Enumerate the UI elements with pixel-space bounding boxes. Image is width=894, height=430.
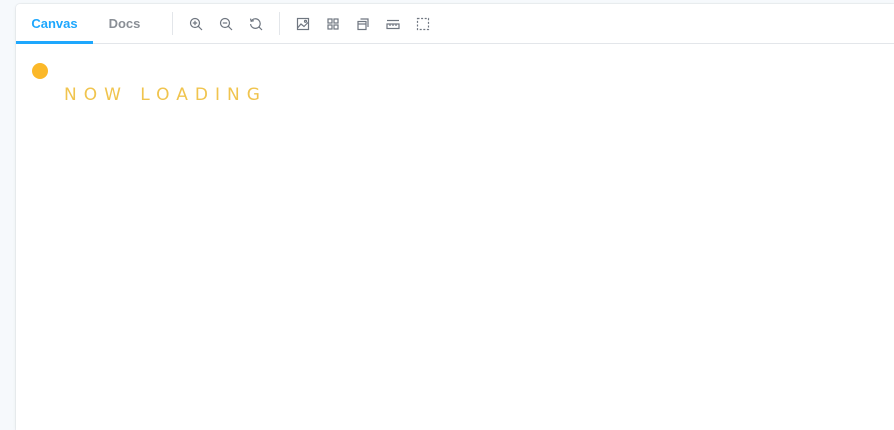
outline-icon [357, 17, 369, 30]
outline-button[interactable] [348, 4, 378, 43]
loading-text: NOW LOADING [64, 85, 267, 105]
select-area-button[interactable] [408, 4, 438, 43]
zoom-in-icon [189, 17, 203, 30]
canvas-area: NOW LOADING [16, 45, 894, 430]
tab-canvas[interactable]: Canvas [16, 4, 93, 44]
background-button[interactable] [288, 4, 318, 43]
toolbar-divider [279, 12, 280, 35]
loading-indicator [32, 63, 48, 79]
measure-icon [386, 19, 400, 29]
grid-icon [327, 17, 339, 30]
zoom-out-button[interactable] [211, 4, 241, 43]
toolbar-divider [172, 12, 173, 35]
reset-zoom-button[interactable] [241, 4, 271, 43]
image-background-icon [296, 17, 310, 30]
grid-button[interactable] [318, 4, 348, 43]
reset-zoom-icon [249, 17, 263, 30]
zoom-out-icon [219, 17, 233, 30]
select-area-icon [416, 17, 430, 30]
measure-button[interactable] [378, 4, 408, 43]
toolbar: Canvas Docs [16, 4, 894, 44]
preview-panel: Canvas Docs NOW LOADING [16, 4, 894, 430]
zoom-in-button[interactable] [181, 4, 211, 43]
tab-docs[interactable]: Docs [93, 4, 156, 43]
